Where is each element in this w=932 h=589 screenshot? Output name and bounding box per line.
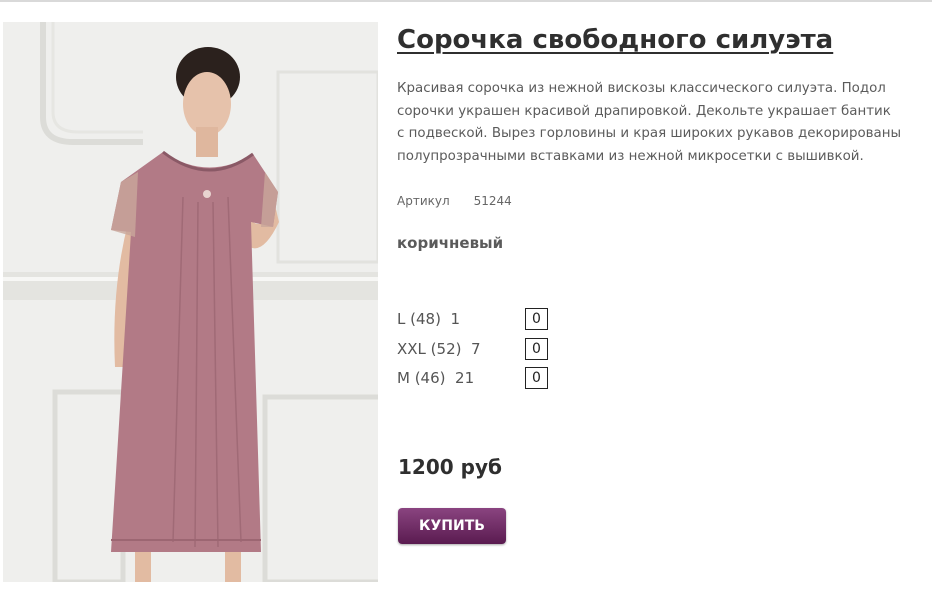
sku-row: Артикул 51244 — [397, 194, 917, 208]
color-name: коричневый — [397, 234, 504, 253]
size-label: M (46) 21 — [397, 369, 475, 388]
price: 1200 руб — [398, 455, 502, 479]
size-row: XXL (52) 7 0 — [397, 334, 917, 364]
sku-value: 51244 — [473, 194, 512, 209]
quantity-input[interactable]: 0 — [525, 308, 548, 331]
quantity-input[interactable]: 0 — [525, 367, 548, 390]
top-divider — [0, 0, 932, 2]
product-photo[interactable] — [3, 22, 378, 582]
size-row: M (46) 21 0 — [397, 363, 917, 393]
product-info: Сорочка свободного силуэта Красивая соро… — [397, 22, 917, 393]
sku-label: Артикул — [397, 194, 450, 209]
size-list: L (48) 1 0 XXL (52) 7 0 M (46) 21 0 — [397, 304, 917, 393]
product-title[interactable]: Сорочка свободного силуэта — [397, 22, 917, 58]
size-label: L (48) 1 — [397, 310, 460, 329]
size-row: L (48) 1 0 — [397, 304, 917, 334]
size-label: XXL (52) 7 — [397, 339, 481, 358]
model-in-nightgown-image — [3, 22, 378, 582]
quantity-input[interactable]: 0 — [525, 337, 548, 360]
buy-button[interactable]: КУПИТЬ — [398, 508, 506, 544]
product-description: Красивая сорочка из нежной вискозы класс… — [397, 81, 902, 164]
